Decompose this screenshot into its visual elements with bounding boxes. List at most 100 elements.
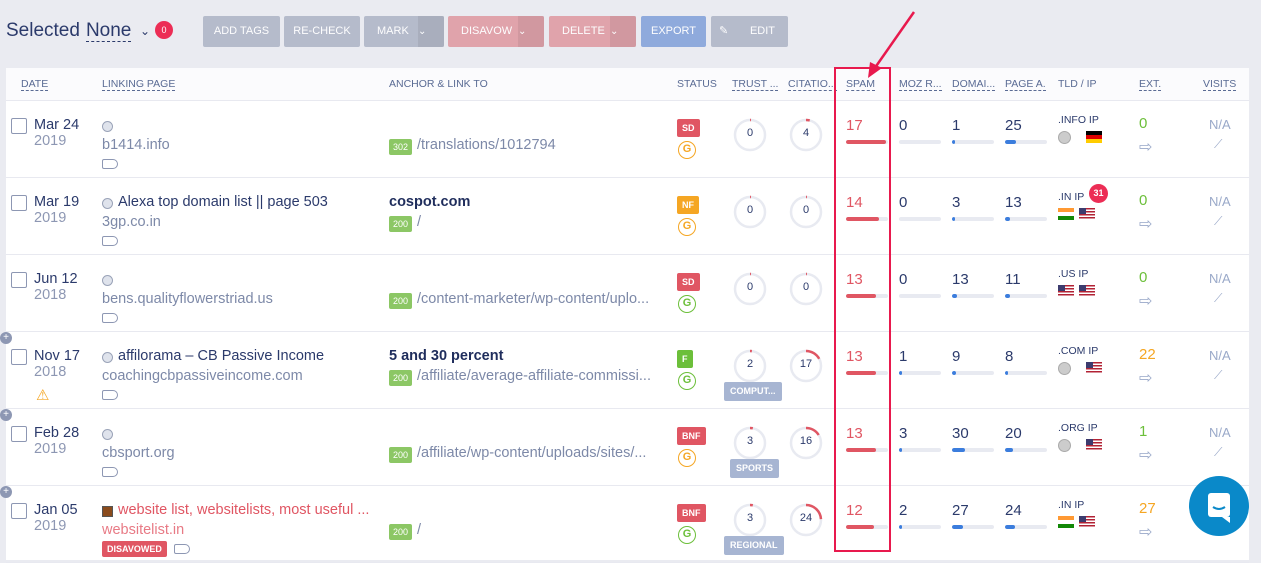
row-checkbox[interactable] <box>11 272 27 288</box>
linking-page-domain[interactable]: 3gp.co.in <box>102 214 161 230</box>
linking-page-title[interactable]: affilorama – CB Passive Income <box>118 348 324 364</box>
tld-ip-label: .IN IP <box>1058 499 1085 511</box>
link-target-url[interactable]: /translations/1012794 <box>417 137 556 153</box>
category-badge: COMPUT... <box>724 382 782 401</box>
col-visits[interactable]: VISITS <box>1203 78 1237 91</box>
linking-page-domain[interactable]: b1414.info <box>102 137 170 153</box>
col-date[interactable]: DATE <box>21 78 49 91</box>
tag-icon[interactable] <box>102 467 118 477</box>
col-domain-authority[interactable]: DOMAI... <box>952 78 996 91</box>
add-tags-button[interactable]: ADD TAGS <box>203 16 280 47</box>
delete-button[interactable]: DELETE ⌄ <box>549 16 636 47</box>
domain-authority-bar-fill <box>952 217 955 221</box>
linking-page-domain[interactable]: coachingcbpassiveincome.com <box>102 368 303 384</box>
trend-chart-icon[interactable]: ⟋ <box>1214 368 1222 383</box>
linking-page-domain[interactable]: bens.qualityflowerstriad.us <box>102 291 273 307</box>
backlinks-table: DATE LINKING PAGE ANCHOR & LINK TO STATU… <box>0 68 1249 563</box>
link-target-url[interactable]: / <box>417 214 421 230</box>
expand-row-button[interactable]: + <box>0 409 12 421</box>
moz-rank-bar-fill <box>899 448 902 452</box>
moz-rank-bar <box>899 294 941 298</box>
tag-icon[interactable] <box>102 313 118 323</box>
http-status-badge: 200 <box>389 447 413 463</box>
external-link-icon[interactable]: ⇨ <box>1139 445 1152 465</box>
linking-page-title[interactable]: website list, websitelists, most useful … <box>118 502 369 518</box>
chevron-down-icon[interactable]: ⌄ <box>610 16 636 47</box>
external-link-icon[interactable]: ⇨ <box>1139 368 1152 388</box>
mark-button[interactable]: MARK ⌄ <box>364 16 444 47</box>
citation-flow-value: 17 <box>799 358 813 370</box>
col-citation[interactable]: CITATIO... <box>788 78 837 91</box>
citation-flow-value: 24 <box>799 512 813 524</box>
page-authority-value: 20 <box>1005 425 1022 442</box>
link-target-url[interactable]: /affiliate/average-affiliate-commissi... <box>417 368 651 384</box>
link-target-url[interactable]: /content-marketer/wp-content/uplo... <box>417 291 649 307</box>
row-checkbox[interactable] <box>11 349 27 365</box>
linking-page-domain[interactable]: cbsport.org <box>102 445 175 461</box>
external-link-icon[interactable]: ⇨ <box>1139 137 1152 157</box>
trend-chart-icon[interactable]: ⟋ <box>1214 445 1222 460</box>
trend-chart-icon[interactable]: ⟋ <box>1214 137 1222 152</box>
row-checkbox[interactable] <box>11 195 27 211</box>
tag-icon[interactable] <box>102 236 118 246</box>
selected-count-badge: 0 <box>155 21 173 39</box>
linking-page-title[interactable]: Alexa top domain list || page 503 <box>118 194 328 210</box>
col-ext[interactable]: EXT. <box>1139 78 1162 91</box>
linking-page-domain[interactable]: websitelist.in <box>102 522 184 538</box>
col-anchor: ANCHOR & LINK TO <box>389 78 488 90</box>
http-status-badge: 200 <box>389 370 413 386</box>
col-page-authority[interactable]: PAGE A. <box>1005 78 1046 91</box>
chevron-down-icon[interactable]: ⌄ <box>418 16 444 47</box>
page-authority-bar <box>1005 217 1047 221</box>
domain-authority-bar <box>952 448 994 452</box>
trust-flow-value: 2 <box>746 358 754 370</box>
expand-row-button[interactable]: + <box>0 486 12 498</box>
disavow-button[interactable]: DISAVOW ⌄ <box>448 16 544 47</box>
selection-dropdown[interactable]: None <box>85 20 132 42</box>
row-checkbox[interactable] <box>11 426 27 442</box>
external-links-count: 0 <box>1139 192 1148 209</box>
domain-authority-value: 1 <box>952 117 961 134</box>
disavowed-badge: DISAVOWED <box>102 541 167 557</box>
link-target-url[interactable]: / <box>417 522 421 538</box>
google-index-icon: G <box>678 449 696 467</box>
external-link-icon[interactable]: ⇨ <box>1139 214 1152 234</box>
row-checkbox[interactable] <box>11 118 27 134</box>
google-index-icon: G <box>678 372 696 390</box>
expand-row-button[interactable]: + <box>0 332 12 344</box>
tag-icon[interactable] <box>174 544 190 554</box>
year-value: 2018 <box>34 287 67 303</box>
chevron-down-icon[interactable]: ⌄ <box>518 16 544 47</box>
link-target-url[interactable]: /affiliate/wp-content/uploads/sites/... <box>417 445 646 461</box>
flag-us-icon <box>1058 285 1074 297</box>
warning-icon: ⚠ <box>36 387 50 404</box>
page-authority-value: 24 <box>1005 502 1022 519</box>
delete-label: DELETE <box>562 25 605 37</box>
edit-button[interactable]: ✎ EDIT <box>711 16 788 47</box>
year-value: 2018 <box>34 364 67 380</box>
recheck-button[interactable]: RE-CHECK <box>284 16 360 47</box>
external-link-icon[interactable]: ⇨ <box>1139 291 1152 311</box>
year-value: 2019 <box>34 210 67 226</box>
export-button[interactable]: EXPORT <box>641 16 706 47</box>
tld-ip-label: .IN IP <box>1058 191 1085 203</box>
trend-chart-icon[interactable]: ⟋ <box>1214 214 1222 229</box>
date-value: Mar 19 <box>34 194 80 210</box>
col-tld-ip: TLD / IP <box>1058 78 1097 90</box>
tag-icon[interactable] <box>102 159 118 169</box>
date-value: Mar 24 <box>34 117 80 133</box>
external-link-icon[interactable]: ⇨ <box>1139 522 1152 542</box>
col-trust[interactable]: TRUST ... <box>732 78 779 91</box>
http-status-badge: 200 <box>389 293 413 309</box>
flag-in-icon <box>1058 208 1074 220</box>
visits-value: N/A <box>1209 348 1231 363</box>
col-linking-page[interactable]: LINKING PAGE <box>102 78 176 91</box>
tld-ip-label: .INFO IP <box>1058 114 1099 126</box>
row-checkbox[interactable] <box>11 503 27 519</box>
chat-widget-button[interactable] <box>1189 476 1249 536</box>
tag-icon[interactable] <box>102 390 118 400</box>
trend-chart-icon[interactable]: ⟋ <box>1214 291 1222 306</box>
mark-label: MARK <box>377 25 409 37</box>
chevron-down-icon[interactable]: ⌄ <box>140 24 150 38</box>
globe-icon <box>1058 439 1071 452</box>
